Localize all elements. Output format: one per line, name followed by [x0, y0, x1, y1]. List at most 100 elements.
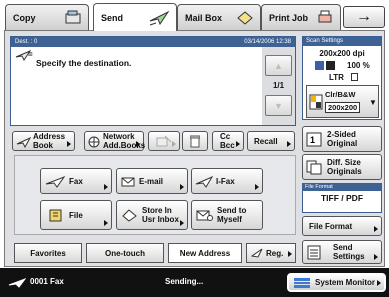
two-sided-line2: Original [327, 139, 358, 148]
color-select-dropdown[interactable]: Clr/B&W 200x200 ▼ [306, 85, 379, 118]
scan-settings-title: Scan Settings [303, 37, 381, 46]
diff-size-icon [306, 160, 322, 175]
paper-icon [351, 73, 358, 81]
two-sided-original-button[interactable]: 1 2-Sided Original [302, 126, 382, 152]
tab-one-touch[interactable]: One-touch [86, 243, 164, 263]
register-icon [251, 248, 263, 258]
more-arrow-icon [236, 141, 240, 147]
tab-copy[interactable]: Copy [5, 4, 89, 30]
more-arrow-icon [104, 220, 108, 226]
send-icon [149, 10, 170, 26]
ifax-button[interactable]: I-Fax [191, 168, 263, 194]
file-button[interactable]: File [40, 200, 112, 230]
address-book-button[interactable]: Address Book [12, 131, 75, 151]
file-format-value: TIFF / PDF [320, 193, 364, 203]
tab-send-label: Send [101, 12, 124, 23]
email-button[interactable]: E-mail [116, 168, 188, 194]
color-bw-icon [309, 94, 323, 110]
scan-settings-box[interactable]: Scan Settings 200x200 dpi 100 % LTR Clr/… [302, 36, 382, 120]
destination-count: Dest. : 0 [15, 39, 38, 45]
address-book-line1: Address [33, 132, 66, 141]
top-tab-bar: Copy Send Mail Box Print Job → [0, 0, 389, 31]
email-icon [121, 177, 135, 187]
file-format-button-label: File Format [309, 221, 353, 231]
address-book-line2: Book [33, 141, 53, 150]
send-settings-button[interactable]: Send Settings [302, 240, 382, 264]
tab-printjob[interactable]: Print Job [261, 4, 341, 30]
send-to-myself-line1: Send to [217, 206, 247, 215]
network-line1: Network [103, 132, 135, 141]
tab-copy-label: Copy [13, 12, 36, 23]
file-label: File [69, 210, 83, 220]
network-address-books-button[interactable]: Network Add.Books [84, 131, 145, 151]
destination-box: Dest. : 0 03/14/2006 12:38 = Specify the… [10, 36, 296, 126]
color-mode-label: Clr/B&W [325, 90, 356, 99]
store-in-user-inbox-button[interactable]: Store In Usr Inbox [116, 200, 188, 230]
register-label: Reg. [266, 248, 284, 258]
more-arrow-icon [255, 184, 259, 190]
equals-mark: = [28, 50, 33, 59]
page-indicator: 1/1 [272, 81, 285, 90]
tab-favorites[interactable]: Favorites [14, 243, 82, 263]
color-resolution-label: 200x200 [325, 102, 361, 113]
tab-one-touch-label: One-touch [105, 248, 145, 258]
destination-scroll: ▲ 1/1 ▼ [262, 47, 295, 125]
destination-header: Dest. : 0 03/14/2006 12:38 [11, 37, 295, 47]
scroll-up-button[interactable]: ▲ [265, 55, 292, 76]
edit-destination-button[interactable] [148, 131, 180, 151]
recall-button[interactable]: Recall [247, 131, 295, 151]
tab-mailbox[interactable]: Mail Box [177, 4, 261, 30]
destination-datetime: 03/14/2006 12:38 [244, 39, 291, 45]
color-mode-icon [315, 61, 335, 70]
tab-send[interactable]: Send [93, 3, 177, 31]
up-arrow-icon: ▲ [274, 60, 283, 71]
fax-icon [45, 176, 65, 188]
more-arrow-icon [172, 141, 176, 147]
delete-destination-button[interactable] [182, 131, 208, 151]
diff-size-label: Diff. Size Originals [327, 158, 362, 176]
system-monitor-label: System Monitor [315, 278, 376, 287]
mailbox-icon [237, 11, 253, 25]
copy-icon [65, 10, 81, 24]
fax-button[interactable]: Fax [40, 168, 112, 194]
more-arrow-icon [104, 184, 108, 190]
scan-zoom: 100 % [347, 61, 370, 70]
send-to-myself-label: Send to Myself [217, 206, 246, 224]
send-to-myself-line2: Myself [217, 215, 242, 224]
tab-new-address[interactable]: New Address [168, 243, 242, 263]
send-to-myself-button[interactable]: Send to Myself [191, 200, 263, 230]
more-arrow-icon [287, 141, 291, 147]
store-line2: Usr Inbox [142, 215, 179, 224]
file-icon [49, 209, 62, 222]
system-monitor-icon [294, 278, 310, 288]
scan-size: LTR [329, 73, 344, 82]
diff-size-line2: Originals [327, 167, 362, 176]
send-settings-icon [307, 245, 321, 260]
more-arrow-icon [180, 220, 184, 226]
cc-line2: Bcc [220, 141, 235, 150]
scan-resolution: 200x200 dpi [319, 49, 365, 58]
two-sided-line1: 2-Sided [327, 130, 356, 139]
more-arrow-icon [180, 184, 184, 190]
send-settings-line2: Settings [333, 252, 365, 261]
fax-label: Fax [69, 176, 83, 186]
next-arrow-button[interactable]: → [343, 6, 385, 28]
file-format-button[interactable]: File Format [302, 216, 382, 236]
tab-new-address-label: New Address [179, 248, 231, 258]
tab-favorites-label: Favorites [30, 248, 66, 258]
cc-bcc-button[interactable]: Cc Bcc [212, 131, 244, 151]
diff-size-originals-button[interactable]: Diff. Size Originals [302, 154, 382, 180]
more-arrow-icon [136, 141, 140, 147]
tab-printjob-label: Print Job [269, 12, 309, 23]
system-monitor-button[interactable]: System Monitor [287, 273, 386, 292]
scroll-down-button[interactable]: ▼ [265, 95, 292, 116]
cc-line1: Cc [220, 132, 231, 141]
printjob-icon [318, 10, 332, 23]
register-button[interactable]: Reg. [246, 243, 296, 263]
store-line1: Store In [142, 206, 172, 215]
send-to-myself-icon [196, 210, 213, 221]
ifax-icon [195, 176, 213, 188]
ifax-label: I-Fax [216, 176, 235, 186]
edit-icon [156, 135, 172, 147]
tab-mailbox-label: Mail Box [185, 12, 223, 23]
